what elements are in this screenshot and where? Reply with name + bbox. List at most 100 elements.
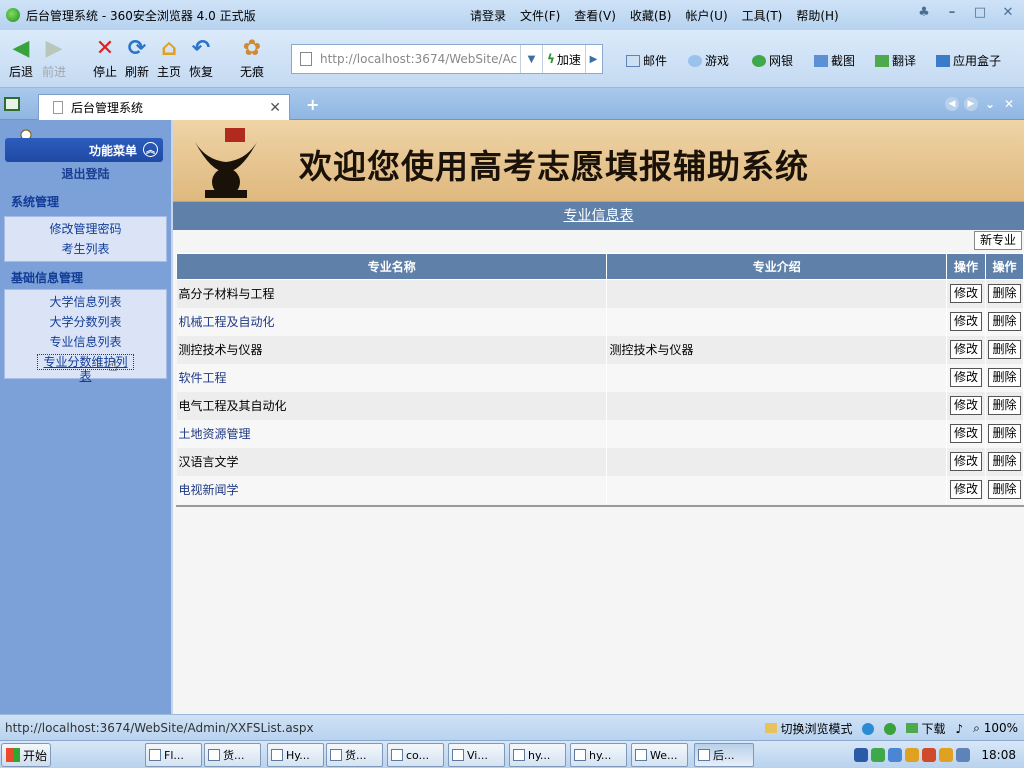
- home-icon: ⌂: [161, 35, 177, 61]
- edit-button[interactable]: 修改: [950, 480, 983, 499]
- welcome-banner: 欢迎您使用高考志愿填报辅助系统: [173, 120, 1024, 202]
- download-button[interactable]: 下载: [906, 720, 945, 737]
- function-menu-header[interactable]: 功能菜单 ︽: [5, 138, 163, 162]
- security-icon[interactable]: [884, 722, 897, 735]
- sidebar-item-major-score-maintenance[interactable]: 专业分数维护列表: [37, 354, 134, 383]
- task-icon: [698, 749, 710, 761]
- sidebar-item-student-list[interactable]: 考生列表: [5, 239, 166, 259]
- maximize-button[interactable]: □: [970, 4, 990, 20]
- task-label: 后...: [713, 749, 735, 762]
- quick-screenshot[interactable]: 截图: [814, 52, 855, 69]
- tray-app-icon[interactable]: [956, 748, 971, 762]
- admin-sidebar: 功能菜单 ︽ 退出登陆 系统管理 修改管理密码 考生列表 基础信息管理 大学信息…: [0, 120, 171, 714]
- delete-button[interactable]: 删除: [988, 424, 1021, 443]
- switch-mode-button[interactable]: 切换浏览模式: [765, 720, 852, 737]
- qq-icon[interactable]: [905, 748, 920, 762]
- major-intro-cell: [606, 447, 948, 476]
- edit-button[interactable]: 修改: [950, 368, 983, 387]
- skin-icon[interactable]: ♣: [914, 4, 934, 20]
- edit-button[interactable]: 修改: [950, 312, 983, 331]
- qq-icon[interactable]: [939, 748, 954, 762]
- delete-button[interactable]: 删除: [988, 284, 1021, 304]
- delete-button[interactable]: 删除: [988, 480, 1021, 499]
- delete-button[interactable]: 删除: [988, 312, 1021, 331]
- restore-button[interactable]: ↶ 恢复: [183, 36, 219, 80]
- tab-scroll-left-icon[interactable]: ◀: [945, 97, 959, 111]
- sidebar-item-change-password[interactable]: 修改管理密码: [5, 219, 166, 239]
- ie-mode-icon[interactable]: [862, 722, 875, 735]
- home-button[interactable]: ⌂ 主页: [151, 36, 187, 80]
- edit-button[interactable]: 修改: [950, 340, 983, 359]
- quick-games[interactable]: 游戏: [688, 52, 729, 69]
- edit-button[interactable]: 修改: [950, 452, 983, 471]
- new-major-button[interactable]: 新专业: [973, 231, 1022, 250]
- url-input[interactable]: [320, 52, 520, 66]
- delete-button[interactable]: 删除: [988, 368, 1021, 387]
- ime-icon[interactable]: [854, 748, 869, 762]
- tab-close-icon[interactable]: ✕: [269, 100, 281, 116]
- refresh-button[interactable]: ⟳ 刷新: [119, 36, 155, 80]
- edit-button[interactable]: 修改: [950, 284, 983, 304]
- speed-button[interactable]: ϟ 加速: [542, 45, 585, 73]
- tab-title: 后台管理系统: [71, 101, 144, 115]
- incognito-button[interactable]: ✿ 无痕: [234, 36, 270, 80]
- close-all-tabs-icon[interactable]: ✕: [1002, 97, 1016, 111]
- taskbar-item[interactable]: co...: [387, 743, 444, 767]
- taskbar-item[interactable]: hy...: [509, 743, 566, 767]
- quick-translate[interactable]: 翻译: [875, 52, 916, 69]
- volume-icon[interactable]: ♪: [955, 722, 963, 736]
- delete-button[interactable]: 删除: [988, 396, 1021, 415]
- quick-app-box[interactable]: 应用盒子: [936, 52, 1001, 69]
- network-icon[interactable]: [888, 748, 903, 762]
- menu-login[interactable]: 请登录: [470, 7, 506, 24]
- section-title[interactable]: 专业信息表: [564, 208, 634, 224]
- menu-help[interactable]: 帮助(H): [796, 7, 838, 24]
- taskbar-item[interactable]: hy...: [570, 743, 627, 767]
- tab-scroll-right-icon[interactable]: ▶: [964, 97, 978, 111]
- minimize-button[interactable]: –: [942, 4, 962, 20]
- quick-mail[interactable]: 邮件: [626, 52, 667, 69]
- taskbar-item[interactable]: We...: [631, 743, 688, 767]
- restore-label: 恢复: [188, 65, 213, 79]
- taskbar-item[interactable]: 货...: [326, 743, 383, 767]
- menu-view[interactable]: 查看(V): [574, 7, 616, 24]
- menu-file[interactable]: 文件(F): [520, 7, 560, 24]
- tab-list-icon[interactable]: ⌄: [983, 97, 997, 111]
- taskbar-item[interactable]: Hy...: [267, 743, 324, 767]
- stop-button[interactable]: ✕ 停止: [87, 36, 123, 80]
- tab-admin[interactable]: 后台管理系统 ✕: [38, 94, 290, 120]
- new-tab-icon[interactable]: +: [306, 95, 319, 114]
- sidebar-toggle-icon[interactable]: [4, 97, 20, 111]
- collapse-icon[interactable]: ︽: [143, 142, 158, 157]
- address-bar: ▼ ϟ加速 ▶: [291, 44, 603, 74]
- close-window-button[interactable]: ✕: [998, 4, 1018, 20]
- back-button[interactable]: ◀ 后退: [3, 36, 39, 80]
- menu-tools[interactable]: 工具(T): [742, 7, 783, 24]
- edit-button[interactable]: 修改: [950, 396, 983, 415]
- delete-button[interactable]: 删除: [988, 340, 1021, 359]
- qq-icon[interactable]: [922, 748, 937, 762]
- sidebar-item-university-score-list[interactable]: 大学分数列表: [5, 312, 166, 332]
- menu-account[interactable]: 帐户(U): [685, 7, 727, 24]
- go-icon[interactable]: ▶: [584, 45, 601, 73]
- major-table: 专业名称 专业介绍 操作 操作 高分子材料与工程 修改 删除 机械工程及自动化 …: [175, 253, 1024, 504]
- menu-favorites[interactable]: 收藏(B): [630, 7, 672, 24]
- taskbar-item[interactable]: Vi...: [448, 743, 505, 767]
- sidebar-item-university-list[interactable]: 大学信息列表: [5, 292, 166, 312]
- url-dropdown-icon[interactable]: ▼: [520, 45, 542, 73]
- quick-bank[interactable]: 网银: [752, 52, 793, 69]
- sidebar-item-major-list[interactable]: 专业信息列表: [5, 332, 166, 352]
- forward-button[interactable]: ▶ 前进: [36, 36, 72, 80]
- main-content: 欢迎您使用高考志愿填报辅助系统 专业信息表 新专业 专业名称 专业介绍 操作 操…: [171, 120, 1024, 714]
- edit-button[interactable]: 修改: [950, 424, 983, 443]
- translate-icon: [875, 54, 889, 67]
- logout-link[interactable]: 退出登陆: [0, 165, 171, 182]
- taskbar-item[interactable]: Fl...: [145, 743, 202, 767]
- tray-app-icon[interactable]: [871, 748, 886, 762]
- taskbar-item[interactable]: 货...: [204, 743, 261, 767]
- task-icon: [330, 749, 342, 761]
- start-button[interactable]: 开始: [1, 743, 51, 767]
- delete-button[interactable]: 删除: [988, 452, 1021, 471]
- taskbar-item-active[interactable]: 后...: [694, 743, 754, 767]
- zoom-button[interactable]: ⌕ 100%: [973, 721, 1018, 736]
